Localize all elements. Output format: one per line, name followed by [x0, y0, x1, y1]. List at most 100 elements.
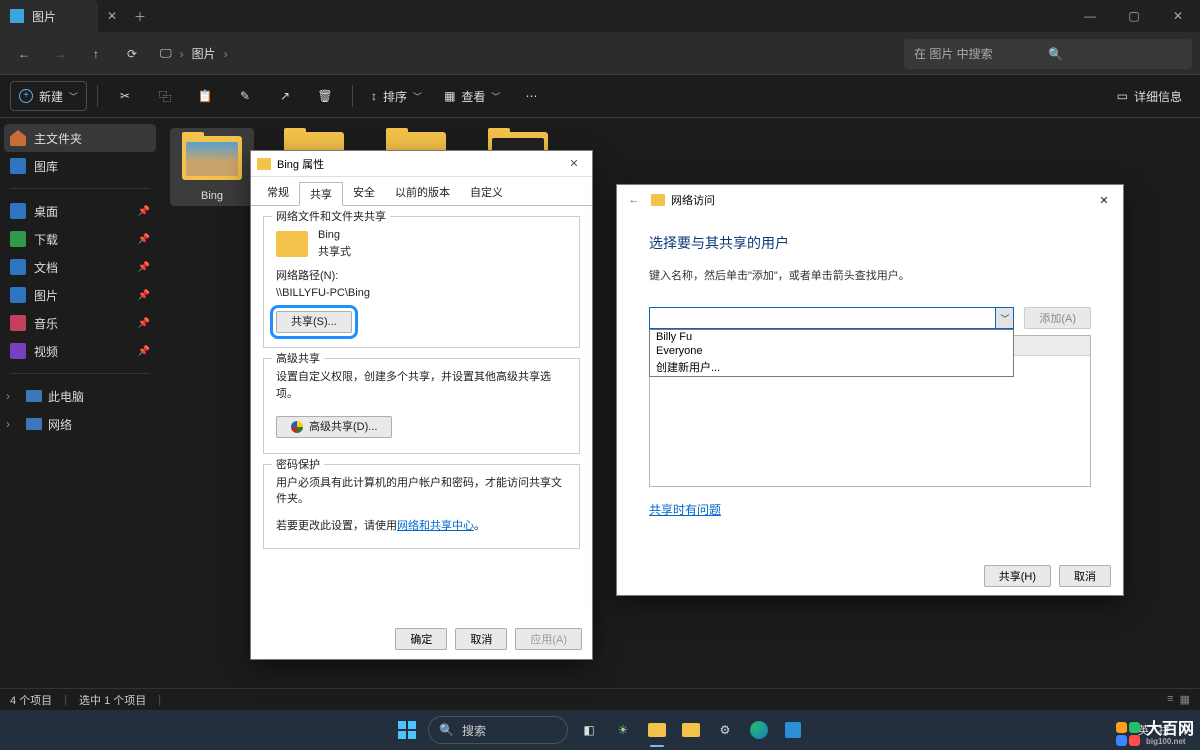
folder-icon	[10, 231, 26, 247]
chevron-right-icon: ›	[6, 417, 20, 431]
rename-button[interactable]: ✎	[228, 81, 262, 111]
dropdown-option[interactable]: Billy Fu	[650, 330, 1013, 344]
watermark-name: 大百网	[1146, 722, 1194, 738]
user-dropdown: Billy FuEveryone创建新用户...	[649, 329, 1014, 377]
dialog-hint: 键入名称，然后单击"添加"，或者单击箭头查找用户。	[649, 267, 1091, 283]
pin-icon: 📌	[138, 206, 150, 217]
start-button[interactable]	[394, 717, 420, 743]
cut-button[interactable]: ✂	[108, 81, 142, 111]
folder-icon	[10, 287, 26, 303]
breadcrumb[interactable]: 🖵 › 图片 ›	[152, 39, 900, 69]
forward-button[interactable]: →	[44, 38, 76, 70]
sort-button[interactable]: ↕ 排序 ﹀	[363, 81, 430, 111]
chevron-down-icon: ﹀	[1000, 312, 1009, 325]
sidebar-item-label: 视频	[34, 343, 58, 360]
sidebar-item-quick[interactable]: 视频📌	[0, 337, 160, 365]
titlebar: 图片 ✕ ＋ — ▢ ✕	[0, 0, 1200, 32]
minimize-button[interactable]: —	[1068, 0, 1112, 32]
dialog-tab[interactable]: 常规	[257, 181, 299, 205]
search-icon: 🔍	[1048, 47, 1182, 61]
more-button[interactable]: ⋯	[514, 81, 548, 111]
watermark-logo	[1116, 722, 1140, 746]
folder-icon	[682, 723, 700, 737]
maximize-button[interactable]: ▢	[1112, 0, 1156, 32]
network-path: \\BILLYFU-PC\Bing	[276, 285, 567, 302]
sidebar-item-quick[interactable]: 图片📌	[0, 281, 160, 309]
chevron-right-icon: ›	[6, 389, 20, 403]
folder-icon	[257, 158, 271, 170]
add-button[interactable]: 添加(A)	[1024, 307, 1091, 329]
ok-button[interactable]: 确定	[395, 628, 447, 650]
breadcrumb-item[interactable]: 图片	[192, 45, 216, 62]
cancel-button[interactable]: 取消	[1059, 565, 1111, 587]
share-button[interactable]: 共享(H)	[984, 565, 1051, 587]
taskbar-search[interactable]: 🔍 搜索	[428, 716, 568, 744]
widgets-button[interactable]: ☀	[610, 717, 636, 743]
tab-pictures[interactable]: 图片	[0, 0, 98, 32]
dialog-tab[interactable]: 自定义	[460, 181, 513, 205]
paste-button[interactable]: 📋	[188, 81, 222, 111]
picture-icon	[10, 9, 24, 23]
tab-close-button[interactable]: ✕	[98, 2, 126, 30]
close-button[interactable]: ✕	[562, 157, 586, 170]
dialog-tabs: 常规共享安全以前的版本自定义	[251, 177, 592, 205]
up-button[interactable]: ↑	[80, 38, 112, 70]
network-center-link[interactable]: 网络和共享中心	[397, 520, 474, 532]
details-icon: ▭	[1117, 89, 1128, 103]
close-button[interactable]: ✕	[1091, 194, 1117, 207]
copy-button[interactable]: ⿻	[148, 81, 182, 111]
share-button[interactable]: ↗	[268, 81, 302, 111]
dropdown-option[interactable]: Everyone	[650, 344, 1013, 358]
dialog-tab[interactable]: 共享	[299, 182, 343, 206]
app-taskbar-icon[interactable]	[780, 717, 806, 743]
dropdown-button[interactable]: ﹀	[995, 308, 1013, 328]
group-legend: 密码保护	[272, 457, 324, 474]
explorer-taskbar-icon[interactable]	[644, 717, 670, 743]
tree-this-pc[interactable]: › 此电脑	[0, 382, 160, 410]
dialog-tab[interactable]: 安全	[343, 181, 385, 205]
back-button[interactable]: ←	[8, 38, 40, 70]
dialog-title: Bing 属性	[277, 156, 324, 172]
chevron-down-icon: ﹀	[69, 90, 78, 103]
sidebar-item-gallery[interactable]: 图库	[0, 152, 160, 180]
refresh-button[interactable]: ⟳	[116, 38, 148, 70]
user-input[interactable]	[650, 308, 995, 328]
view-button[interactable]: ▦ 查看 ﹀	[436, 81, 508, 111]
sidebar: 主文件夹 图库 桌面📌下载📌文档📌图片📌音乐📌视频📌 › 此电脑 › 网络	[0, 118, 160, 688]
sidebar-item-quick[interactable]: 音乐📌	[0, 309, 160, 337]
task-view-button[interactable]: ◧	[576, 717, 602, 743]
advanced-share-button[interactable]: 高级共享(D)...	[276, 416, 392, 438]
dialog-titlebar[interactable]: Bing 属性 ✕	[251, 151, 592, 177]
sidebar-item-quick[interactable]: 桌面📌	[0, 197, 160, 225]
delete-button[interactable]: 🗑	[308, 81, 342, 111]
rename-icon: ✎	[240, 89, 250, 103]
close-button[interactable]: ✕	[1156, 0, 1200, 32]
protect-line2: 若要更改此设置，请使用网络和共享中心。	[276, 518, 567, 535]
back-button[interactable]: ←	[623, 194, 645, 206]
new-button[interactable]: + 新建 ﹀	[10, 81, 87, 111]
view-label: 查看	[461, 88, 485, 105]
user-combobox[interactable]: ﹀ Billy FuEveryone创建新用户...	[649, 307, 1014, 329]
settings-taskbar-icon[interactable]: ⚙	[712, 717, 738, 743]
pin-icon: 📌	[138, 262, 150, 273]
sidebar-item-quick[interactable]: 文档📌	[0, 253, 160, 281]
dialog-tab[interactable]: 以前的版本	[385, 181, 460, 205]
grid-view-button[interactable]: ▦	[1180, 693, 1190, 706]
list-view-button[interactable]: ≡	[1167, 693, 1173, 706]
sidebar-item-home[interactable]: 主文件夹	[4, 124, 156, 152]
sidebar-item-quick[interactable]: 下载📌	[0, 225, 160, 253]
tree-network[interactable]: › 网络	[0, 410, 160, 438]
search-input[interactable]: 在 图片 中搜索 🔍	[904, 39, 1192, 69]
trouble-link[interactable]: 共享时有问题	[649, 503, 721, 517]
explorer-taskbar-icon-2[interactable]	[678, 717, 704, 743]
cancel-button[interactable]: 取消	[455, 628, 507, 650]
apply-button[interactable]: 应用(A)	[515, 628, 582, 650]
share-button[interactable]: 共享(S)...	[276, 311, 352, 333]
folder-item[interactable]: Bing	[170, 128, 254, 206]
edge-taskbar-icon[interactable]	[746, 717, 772, 743]
dialog-titlebar[interactable]: ← 网络访问 ✕	[617, 185, 1123, 215]
new-tab-button[interactable]: ＋	[126, 2, 154, 30]
folder-icon	[176, 132, 248, 186]
details-pane-button[interactable]: ▭ 详细信息	[1109, 81, 1190, 111]
dropdown-option[interactable]: 创建新用户...	[650, 358, 1013, 376]
